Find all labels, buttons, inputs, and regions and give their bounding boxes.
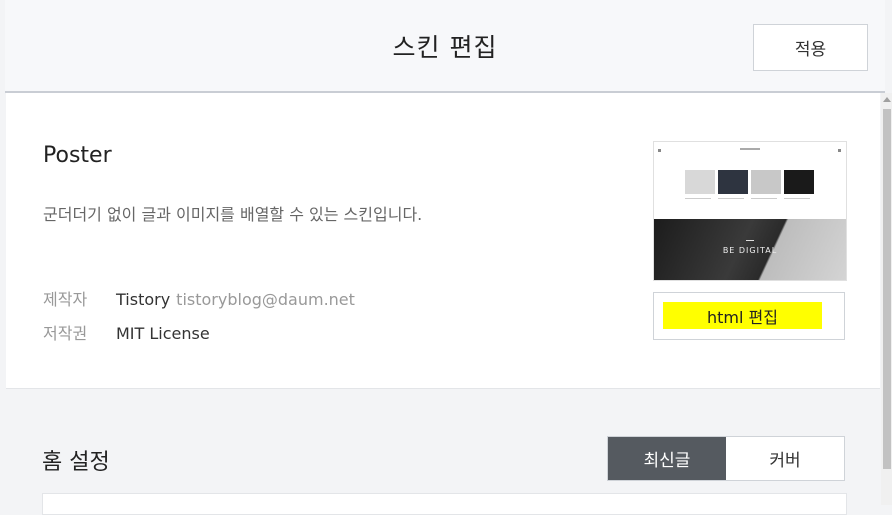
thumbnail-hero-divider xyxy=(746,240,754,241)
skin-name: Poster xyxy=(43,143,112,168)
skin-info-panel: Poster 군더더기 없이 글과 이미지를 배열할 수 있는 스킨입니다. 제… xyxy=(6,93,880,389)
thumbnail-menu-icon xyxy=(658,149,661,152)
home-settings-content xyxy=(42,493,847,515)
thumbnail-search-icon xyxy=(838,149,841,152)
thumbnail-post-caption xyxy=(718,198,744,199)
html-edit-button[interactable]: html 편집 xyxy=(653,292,845,340)
apply-button[interactable]: 적용 xyxy=(753,24,868,71)
thumbnail-post-image xyxy=(751,170,781,194)
license-label: 저작권 xyxy=(43,324,88,343)
thumbnail-post-image xyxy=(685,170,715,194)
thumbnail-post-caption xyxy=(751,198,777,199)
author-email: tistoryblog@daum.net xyxy=(176,290,355,309)
home-type-toggle: 최신글 커버 xyxy=(607,436,845,481)
author-row: 제작자 Tistory tistoryblog@daum.net xyxy=(43,286,355,310)
license-value: MIT License xyxy=(116,324,210,343)
editor-header: 스킨 편집 적용 xyxy=(5,0,885,93)
thumbnail-post-caption xyxy=(784,198,810,199)
thumbnail-hero-text: BE DIGITAL xyxy=(722,246,778,255)
thumbnail-content-area xyxy=(654,142,846,219)
scroll-up-arrow-icon[interactable] xyxy=(883,97,891,102)
thumbnail-post-image xyxy=(718,170,748,194)
home-settings-title: 홈 설정 xyxy=(42,450,110,475)
author-label: 제작자 xyxy=(43,290,88,309)
thumbnail-logo xyxy=(740,148,760,150)
html-edit-label: html 편집 xyxy=(663,302,822,329)
vertical-scrollbar[interactable] xyxy=(881,93,892,505)
license-row: 저작권 MIT License xyxy=(43,320,210,344)
skin-thumbnail: BE DIGITAL xyxy=(653,141,847,281)
option-cover[interactable]: 커버 xyxy=(726,437,844,480)
thumbnail-post-image xyxy=(784,170,814,194)
thumbnail-post-caption xyxy=(685,198,711,199)
scrollbar-thumb[interactable] xyxy=(883,109,891,469)
option-latest-posts[interactable]: 최신글 xyxy=(608,437,726,480)
author-name: Tistory xyxy=(116,290,171,309)
skin-description: 군더더기 없이 글과 이미지를 배열할 수 있는 스킨입니다. xyxy=(43,205,423,224)
thumbnail-hero-banner: BE DIGITAL xyxy=(654,219,846,280)
